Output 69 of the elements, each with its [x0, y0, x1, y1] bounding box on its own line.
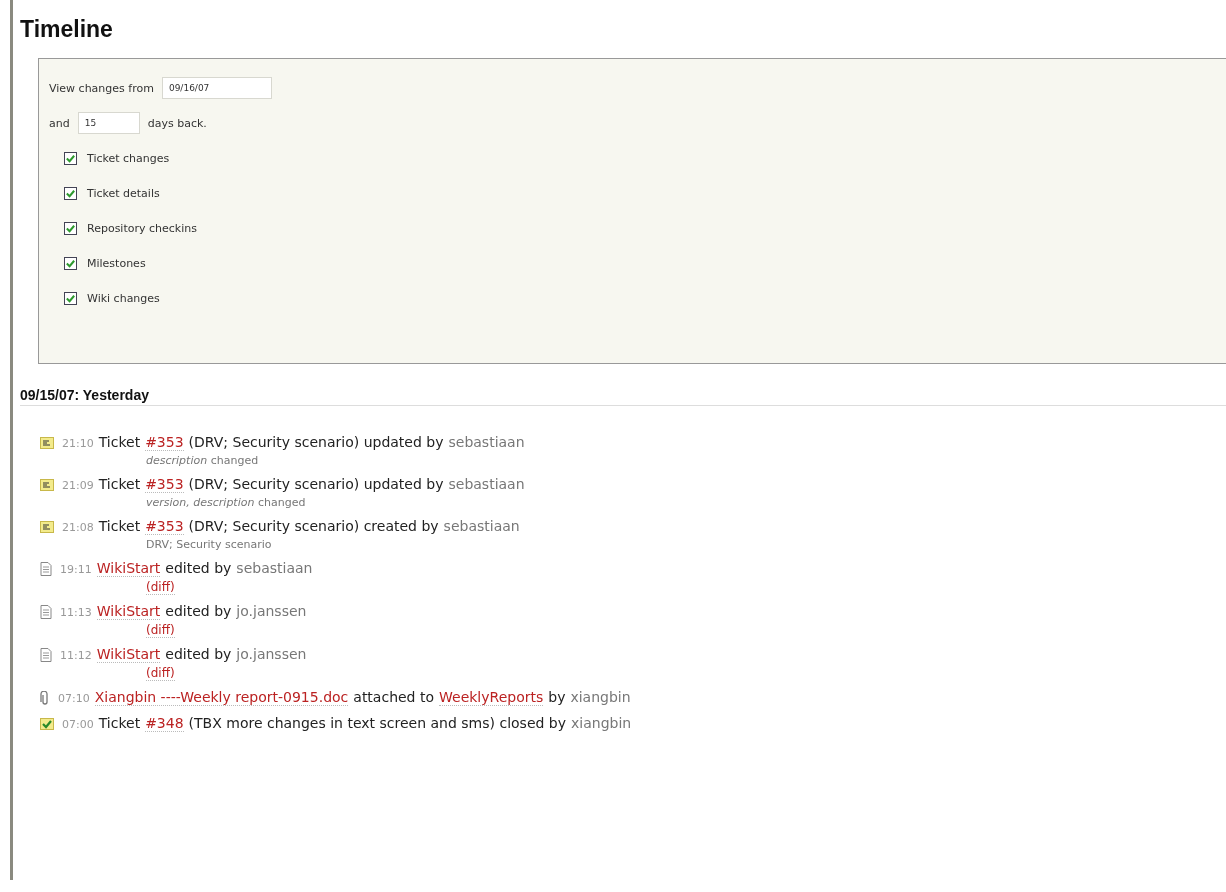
checkbox-label: Ticket details: [87, 186, 160, 200]
event-text: Ticket: [98, 518, 141, 534]
event-link[interactable]: WikiStart: [96, 560, 161, 577]
document-icon: [40, 604, 52, 619]
and-label: and: [49, 116, 70, 130]
event-text: edited by: [165, 603, 232, 619]
checkbox[interactable]: [64, 256, 77, 270]
author-name: sebastiaan: [443, 518, 520, 534]
page-title: Timeline: [20, 16, 114, 43]
days-field[interactable]: 15: [77, 112, 140, 134]
checkbox[interactable]: [64, 186, 77, 200]
author-name: xiangbin: [570, 689, 631, 705]
note-icon: [40, 520, 54, 533]
event-time: 07:10: [58, 692, 90, 705]
event-text: Ticket: [98, 715, 141, 731]
checkbox[interactable]: [64, 221, 77, 235]
checkbox-label: Repository checkins: [87, 221, 197, 235]
note-icon: [40, 436, 54, 449]
event-text: attached to: [353, 689, 434, 705]
event-detail: description changed: [146, 454, 259, 467]
event-text: (DRV; Security scenario) updated by: [188, 476, 444, 492]
event-text: (DRV; Security scenario) created by: [188, 518, 439, 534]
checkbox-label: Wiki changes: [87, 291, 160, 305]
from-label: View changes from: [49, 81, 154, 95]
diff-link[interactable]: (diff): [146, 580, 175, 595]
event-text: (DRV; Security scenario) updated by: [188, 434, 444, 450]
event-link[interactable]: WikiStart: [96, 603, 161, 620]
closed-ticket-icon: [40, 717, 54, 730]
checkbox-label: Milestones: [87, 256, 146, 270]
document-icon: [40, 561, 52, 576]
event-text: Ticket: [98, 434, 141, 450]
event-time: 21:10: [62, 437, 94, 450]
event-text: by: [548, 689, 566, 705]
event-text: edited by: [165, 646, 232, 662]
event-link[interactable]: #353: [145, 434, 184, 451]
event-text: (TBX more changes in text screen and sms) closed by: [188, 715, 566, 731]
event-detail: DRV; Security scenario: [146, 538, 272, 551]
event-link[interactable]: #353: [145, 476, 184, 493]
event-link[interactable]: #348: [145, 715, 184, 732]
checkbox[interactable]: [64, 291, 77, 305]
author-name: xiangbin: [571, 715, 632, 731]
event-time: 21:08: [62, 521, 94, 534]
document-icon: [40, 647, 52, 662]
day-heading: 09/15/07: Yesterday: [20, 387, 1226, 406]
author-name: sebastiaan: [236, 560, 313, 576]
event-link[interactable]: Xiangbin ----Weekly report-0915.doc: [94, 689, 349, 706]
event-time: 07:00: [62, 718, 94, 731]
checkbox[interactable]: [64, 151, 77, 165]
diff-link[interactable]: (diff): [146, 623, 175, 638]
author-name: sebastiaan: [448, 434, 525, 450]
event-time: 19:11: [60, 563, 92, 576]
event-link[interactable]: WeeklyReports: [439, 689, 544, 706]
event-link[interactable]: #353: [145, 518, 184, 535]
event-detail: version, description changed: [146, 496, 306, 509]
checkbox-label: Ticket changes: [87, 151, 170, 165]
diff-link[interactable]: (diff): [146, 666, 175, 681]
date-field[interactable]: 09/16/07: [161, 77, 272, 99]
author-name: jo.janssen: [236, 646, 307, 662]
event-time: 11:13: [60, 606, 92, 619]
author-name: sebastiaan: [448, 476, 525, 492]
note-icon: [40, 478, 54, 491]
paperclip-icon: [40, 690, 50, 705]
event-time: 11:12: [60, 649, 92, 662]
days-label: days back.: [147, 116, 207, 130]
event-text: edited by: [165, 560, 232, 576]
event-time: 21:09: [62, 479, 94, 492]
event-text: Ticket: [98, 476, 141, 492]
event-link[interactable]: WikiStart: [96, 646, 161, 663]
author-name: jo.janssen: [236, 603, 307, 619]
